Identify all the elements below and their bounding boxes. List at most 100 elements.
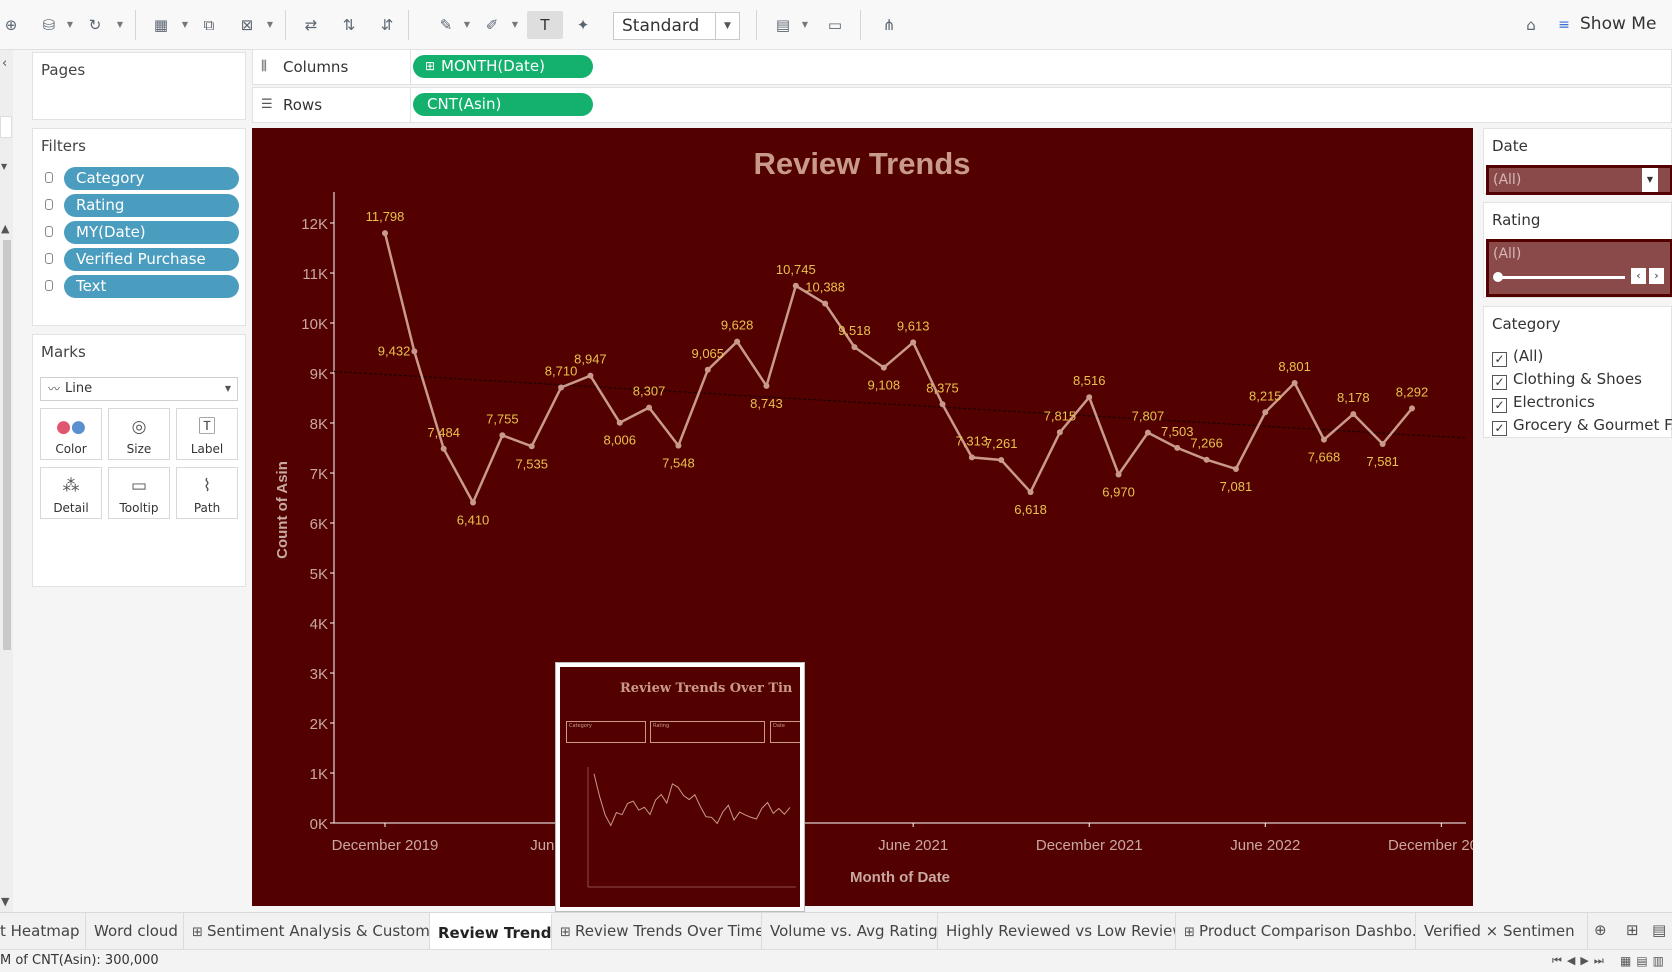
line-chart[interactable]: Review Trends 0K 1K 2K 3K 4K 5K 6K 7K 8K 9K 10K 11K 1… [252, 128, 1473, 906]
highlight-icon[interactable]: ✎ [435, 14, 457, 36]
view-mode-icons[interactable]: ▦▤▥ [1620, 950, 1669, 972]
scroll-down-icon[interactable]: ▼ [1, 895, 9, 908]
chevron-down-icon[interactable]: ▼ [462, 14, 472, 36]
data-label: 9,108 [868, 378, 901, 393]
checkbox-checked-icon[interactable]: ✓ [1492, 375, 1507, 390]
thumbnail-mini-chart [587, 767, 796, 888]
checkbox-checked-icon[interactable]: ✓ [1492, 398, 1507, 413]
chevron-down-icon[interactable]: ▼ [800, 14, 810, 36]
data-point [1409, 405, 1415, 412]
duplicate-sheet-icon[interactable]: ⧉ [198, 14, 220, 36]
tab-sentiment-analysis[interactable]: ⊞ Sentiment Analysis & Custom... [184, 913, 430, 950]
y-tick-label: 1K [310, 766, 328, 783]
pages-card[interactable]: Pages [32, 52, 246, 120]
category-option-clothing[interactable]: ✓ Clothing & Shoes [1492, 370, 1642, 390]
data-label: 9,613 [897, 318, 930, 333]
step-left-icon[interactable]: ‹ [1631, 268, 1646, 284]
step-right-icon[interactable]: › [1649, 268, 1664, 284]
new-datasource-icon[interactable]: ⊕ [0, 14, 22, 36]
columns-shelf[interactable]: ⫼ Columns ⊞ MONTH(Date) [252, 49, 1672, 85]
data-point [968, 454, 975, 461]
data-label: 9,065 [691, 346, 724, 361]
tab-product-comparison[interactable]: ⊞ Product Comparison Dashbo... [1176, 913, 1416, 950]
sort-ascending-icon[interactable]: ⇅ [338, 14, 360, 36]
category-filter-card: Category ✓ (All) ✓ Clothing & Shoes ✓ Elect… [1483, 306, 1672, 438]
tab-review-trends-over-time[interactable]: ⊞ Review Trends Over Time [552, 913, 762, 950]
rows-pill-cnt-asin[interactable]: CNT(Asin) [413, 93, 593, 116]
show-me-button[interactable]: Show Me [1580, 14, 1656, 34]
data-label: 9,432 [378, 343, 411, 358]
scroll-up-icon[interactable]: ▲ [1, 222, 9, 235]
data-label: 7,815 [1044, 408, 1077, 423]
category-option-all[interactable]: ✓ (All) [1492, 347, 1543, 367]
marks-label-button[interactable]: 🅃 Label [176, 408, 238, 460]
status-text: M of CNT(Asin): 300,000 [0, 953, 159, 968]
pin-icon[interactable]: ✦ [572, 14, 594, 36]
marks-size-button[interactable]: ◎ Size [108, 408, 170, 460]
rating-filter-range[interactable]: (All) ‹ › [1486, 239, 1672, 297]
mark-type-select[interactable]: 〰 Line ▼ [40, 377, 238, 401]
filter-pill-text[interactable]: Text [64, 275, 239, 298]
marks-tooltip-button[interactable]: ▭ Tooltip [108, 467, 170, 519]
category-option-electronics[interactable]: ✓ Electronics [1492, 393, 1595, 413]
tab-heatmap[interactable]: t Heatmap [0, 913, 86, 950]
data-point [851, 344, 858, 351]
chevron-down-icon[interactable]: ▼ [265, 14, 275, 36]
tab-word-cloud[interactable]: Word cloud [86, 913, 184, 950]
rating-slider-handle[interactable] [1493, 272, 1503, 282]
chevron-down-icon[interactable]: ▼ [115, 14, 125, 36]
checkbox-checked-icon[interactable]: ✓ [1492, 421, 1507, 436]
tab-review-trends[interactable]: Review Trends [430, 913, 552, 950]
data-label: 7,081 [1220, 479, 1253, 494]
rows-shelf[interactable]: ☰ Rows CNT(Asin) [252, 87, 1672, 123]
new-sheet-icon[interactable]: ▦ [150, 14, 172, 36]
filter-type-icon [45, 172, 53, 183]
checkbox-checked-icon[interactable]: ✓ [1492, 352, 1507, 367]
rating-filter-card: Rating (All) ‹ › [1483, 202, 1672, 298]
refresh-icon[interactable]: ↻ [84, 14, 106, 36]
category-option-grocery[interactable]: ✓ Grocery & Gourmet F... [1492, 416, 1672, 436]
new-story-icon[interactable]: ▤ [1652, 921, 1666, 939]
marks-color-button[interactable]: ●● Color [40, 408, 102, 460]
fit-view-select[interactable]: Standard ▼ [613, 12, 740, 40]
chevron-down-icon[interactable]: ▼ [510, 14, 520, 36]
marks-path-button[interactable]: ⌇ Path [176, 467, 238, 519]
tab-volume-vs-avg-rating[interactable]: Volume vs. Avg Rating [762, 913, 938, 950]
chart-view[interactable]: Review Trends 0K 1K 2K 3K 4K 5K 6K 7K 8K 9K 10K 11K 1… [252, 128, 1473, 906]
chevron-down-icon[interactable]: ▼ [65, 14, 75, 36]
marks-detail-button[interactable]: ⁂ Detail [40, 467, 102, 519]
sort-descending-icon[interactable]: ⇵ [376, 14, 398, 36]
tab-highly-reviewed[interactable]: Highly Reviewed vs Low Review... [938, 913, 1176, 950]
chevron-down-icon[interactable]: ▼ [1, 162, 7, 171]
chevron-down-icon[interactable]: ▼ [180, 14, 190, 36]
columns-pill-month-date[interactable]: ⊞ MONTH(Date) [413, 55, 593, 78]
date-filter-select[interactable]: (All) ▼ [1486, 165, 1672, 195]
data-label: 7,581 [1366, 454, 1399, 469]
chevron-down-icon[interactable]: ▼ [1642, 168, 1658, 192]
share-icon[interactable]: ⋔ [878, 14, 900, 36]
filter-pill-my-date[interactable]: MY(Date) [64, 221, 239, 244]
rating-slider-track[interactable] [1495, 276, 1625, 279]
format-painter-icon[interactable]: ⌂ [1520, 14, 1542, 36]
tab-verified-sentiment[interactable]: Verified × Sentimen [1416, 913, 1588, 950]
new-dashboard-icon[interactable]: ⊞ [1626, 921, 1639, 939]
x-tick-label: December 2022 [1388, 837, 1473, 854]
swap-rows-columns-icon[interactable]: ⇄ [300, 14, 322, 36]
filter-pill-category[interactable]: Category [64, 167, 239, 190]
save-datasource-icon[interactable]: ⛁ [38, 14, 60, 36]
sheet-navigation-icons[interactable]: ⏮◀▶⏭ [1552, 950, 1609, 972]
pane-tab[interactable] [0, 116, 12, 138]
rows-label: Rows [283, 96, 323, 114]
collapse-arrow-icon[interactable]: ‹ [2, 56, 7, 71]
annotate-icon[interactable]: ✐ [481, 14, 503, 36]
new-worksheet-icon[interactable]: ⊕ [1594, 921, 1607, 939]
category-filter-title: Category [1492, 315, 1561, 333]
filters-card: Filters Category Rating MY(Date) Verifie… [32, 128, 246, 326]
show-cards-icon[interactable]: ▤ [772, 14, 794, 36]
scrollbar-thumb[interactable] [3, 240, 11, 650]
presentation-mode-icon[interactable]: ▭ [824, 14, 846, 36]
filter-pill-verified-purchase[interactable]: Verified Purchase [64, 248, 239, 271]
filter-pill-rating[interactable]: Rating [64, 194, 239, 217]
clear-sheet-icon[interactable]: ⊠ [236, 14, 258, 36]
y-tick-label: 12K [301, 216, 328, 233]
